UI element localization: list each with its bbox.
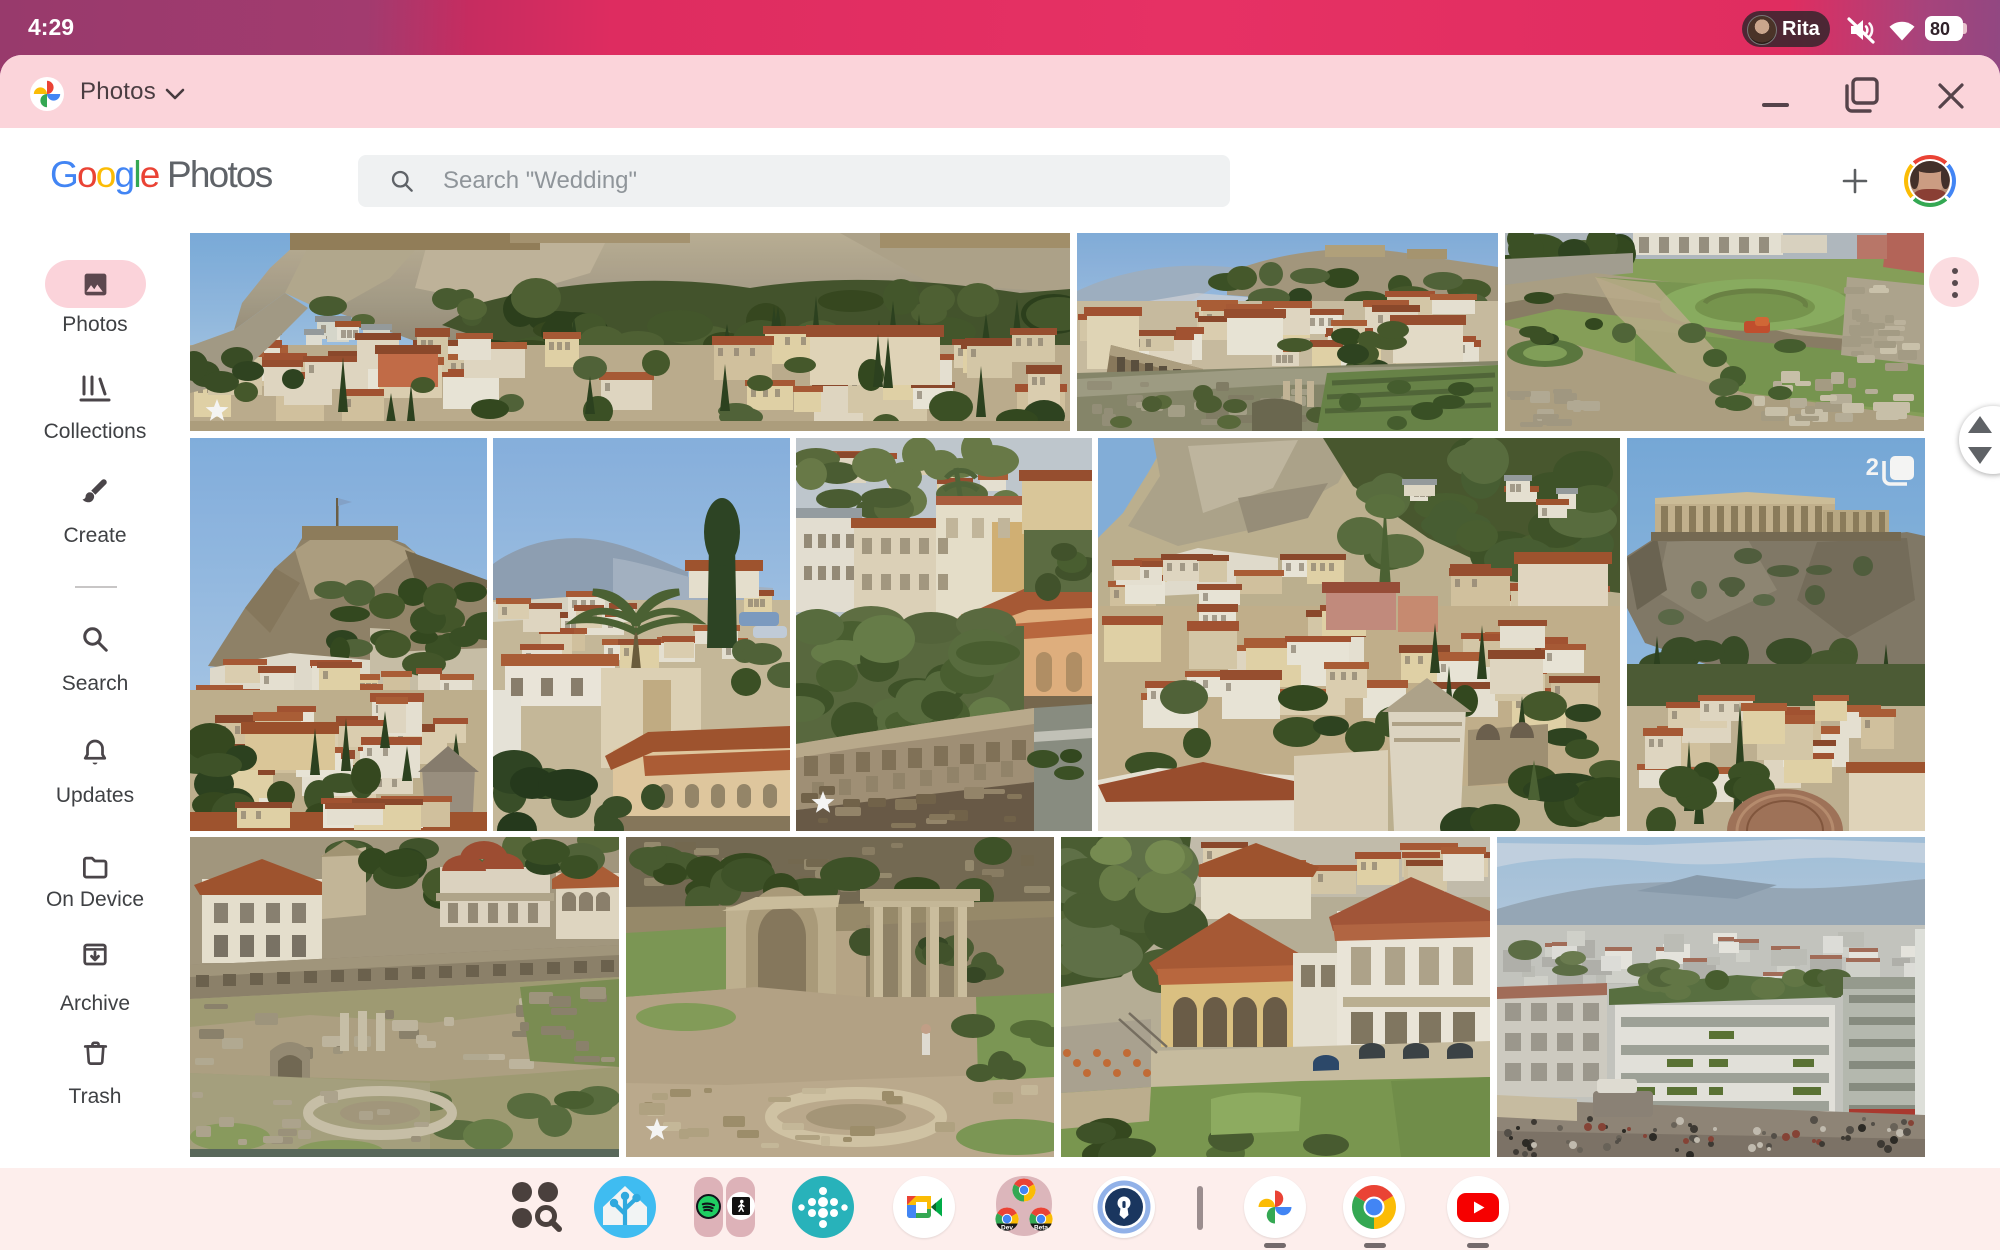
svg-text:Dev: Dev <box>1001 1224 1013 1231</box>
svg-text:Beta: Beta <box>1034 1224 1048 1231</box>
